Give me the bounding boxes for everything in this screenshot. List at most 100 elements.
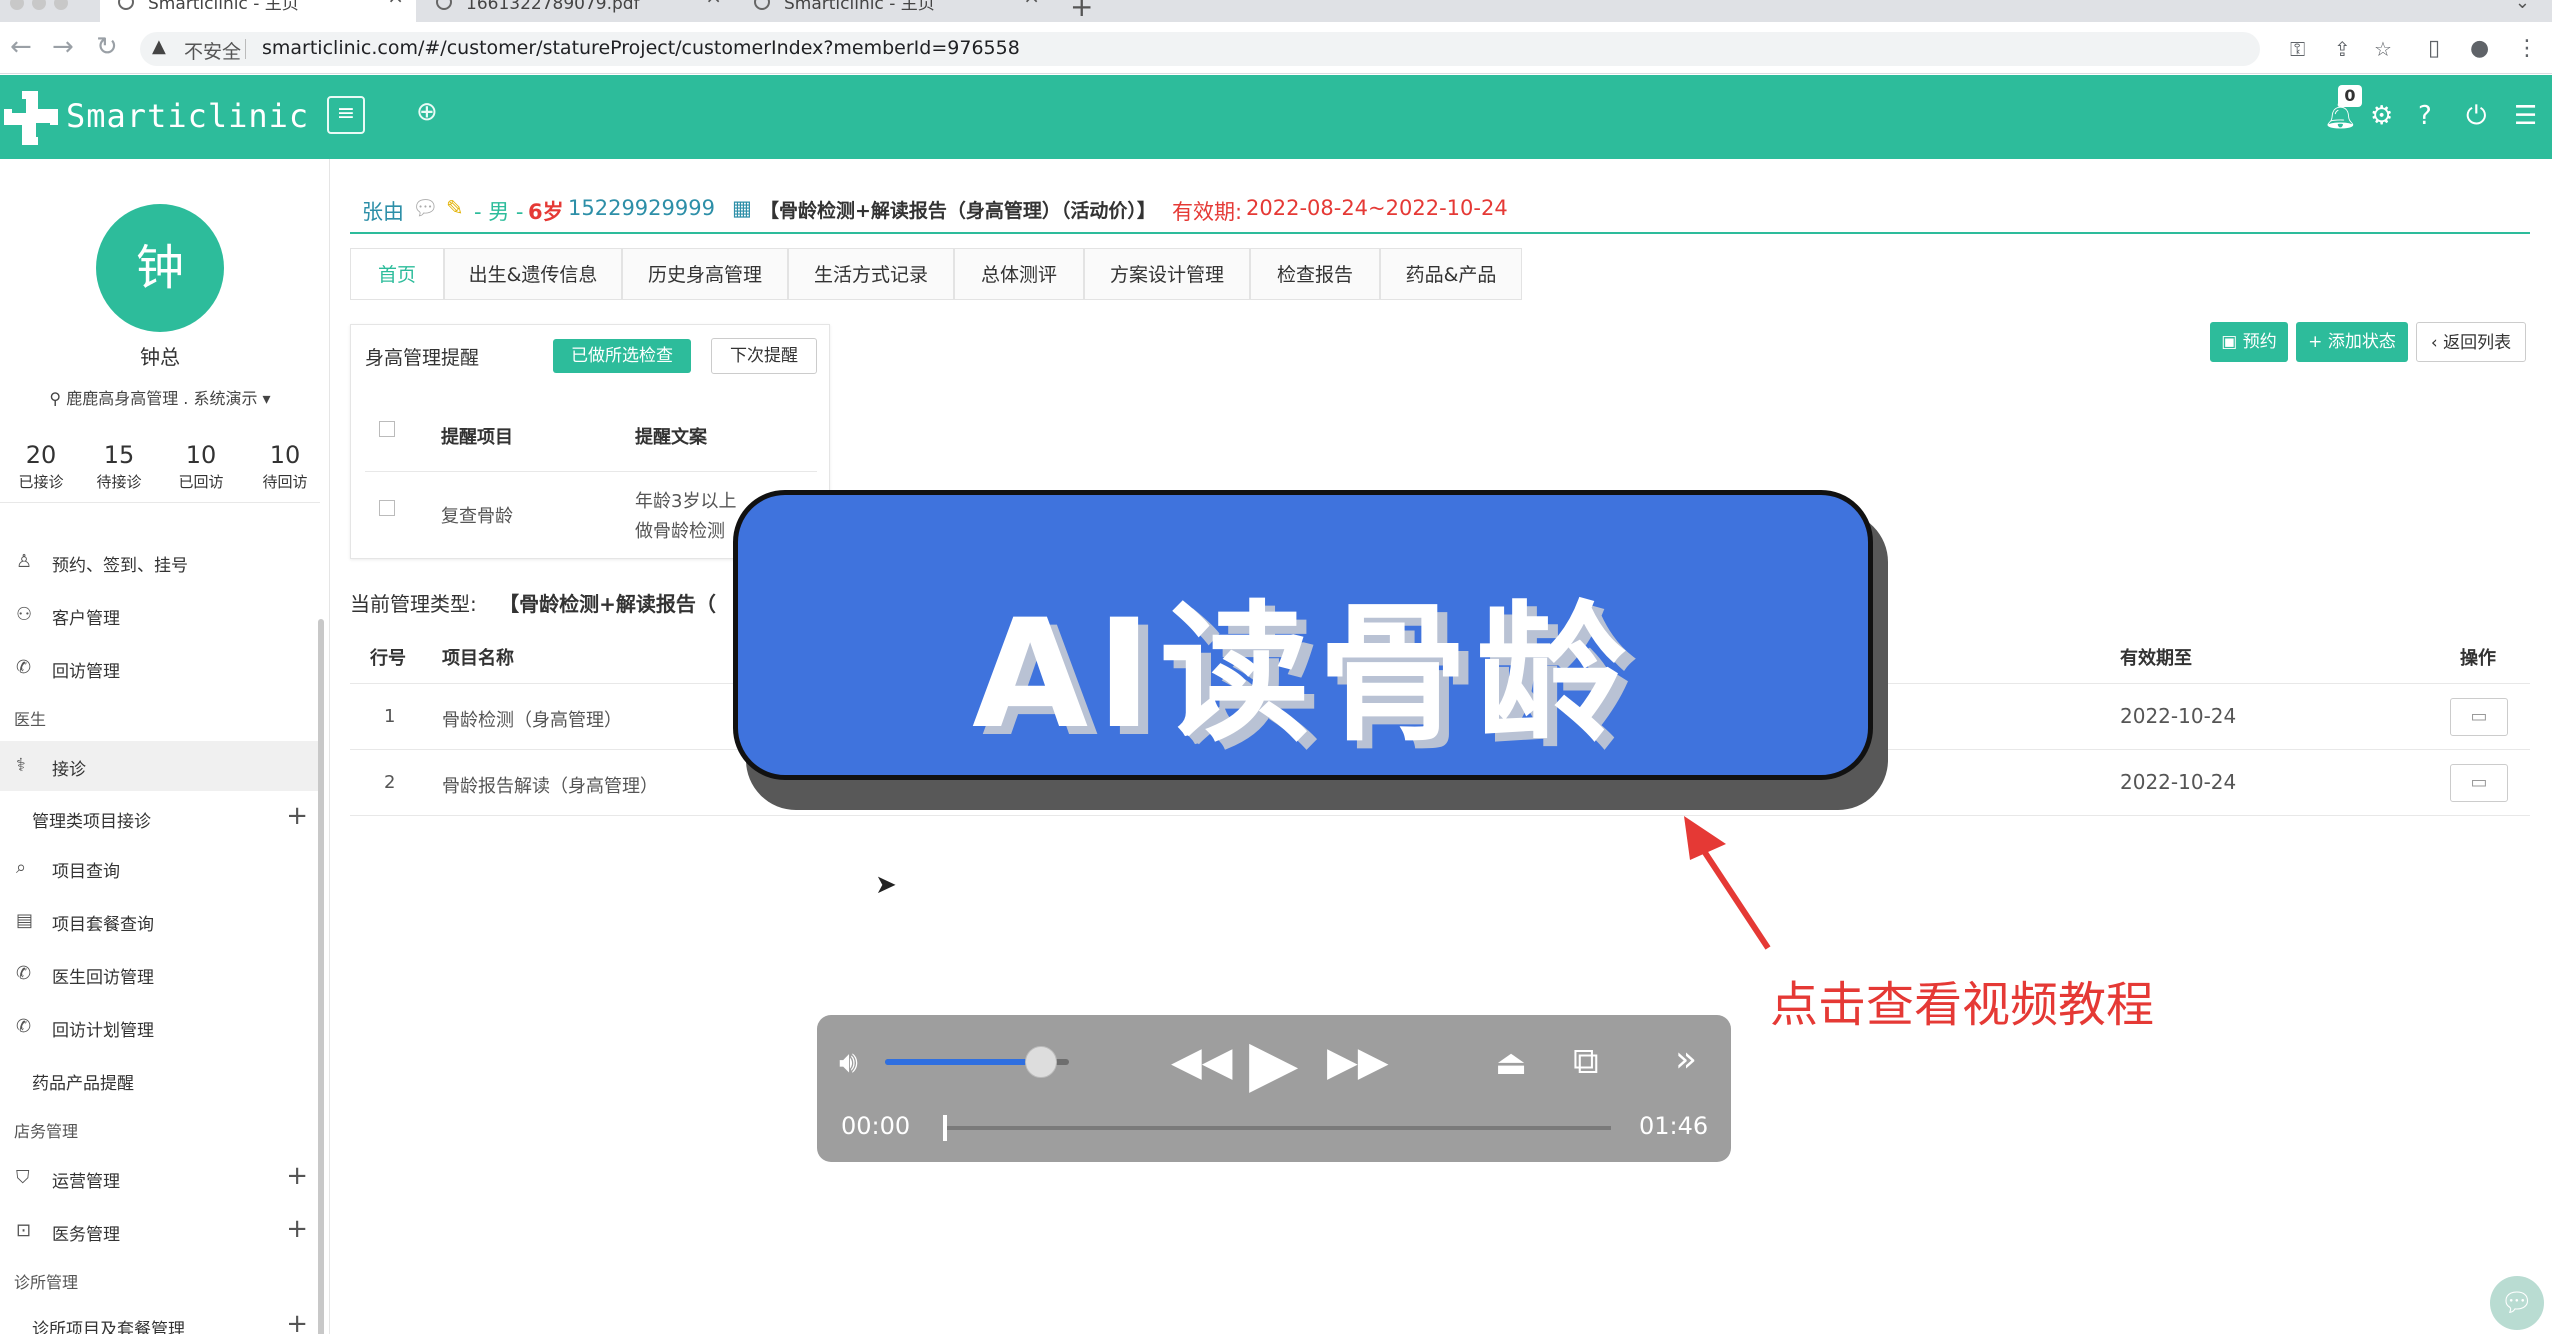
- patient-name[interactable]: 张由: [362, 196, 404, 226]
- tab-lifestyle[interactable]: 生活方式记录: [788, 248, 954, 300]
- sidebar-item-reception[interactable]: ⚕ 接诊: [0, 741, 320, 791]
- sidebar-item-follow-up[interactable]: ✆ 回访管理: [0, 643, 320, 693]
- tab-label: 总体测评: [980, 264, 1057, 286]
- tab-birth-genetics[interactable]: 出生&遗传信息: [444, 248, 622, 300]
- volume-slider[interactable]: [885, 1046, 1069, 1078]
- address-bar[interactable]: ▲ 不安全 smarticlinic.com/#/customer/statur…: [140, 32, 2392, 66]
- key-icon[interactable]: ⚿: [2290, 37, 2305, 61]
- progress-bar[interactable]: [943, 1126, 1611, 1130]
- tab-label: 检查报告: [1276, 264, 1353, 286]
- expand-plus-icon[interactable]: +: [286, 1214, 308, 1244]
- section-label: 诊所管理: [14, 1273, 79, 1292]
- sidebar-item-project-query[interactable]: ⌕ 项目查询: [0, 843, 320, 893]
- sidebar-item-doctor-follow-up[interactable]: ✆ 医生回访管理: [0, 949, 320, 999]
- browser-tab-2[interactable]: 1661322789079.pdf ×: [418, 0, 734, 22]
- progress-playhead[interactable]: [943, 1115, 947, 1141]
- chat-bubble-icon[interactable]: 💬︎: [2490, 1276, 2544, 1330]
- sidebar-item-clinic-packages[interactable]: 诊所项目及套餐管理 +: [0, 1301, 320, 1334]
- profile-icon[interactable]: ●: [2470, 36, 2489, 61]
- sidebar-item-operations[interactable]: ⛉ 运营管理 +: [0, 1153, 320, 1203]
- valid-until: 2022-10-24: [2120, 704, 2237, 728]
- tab-drugs-products[interactable]: 药品&产品: [1380, 248, 1522, 300]
- add-circle-icon[interactable]: ⊕: [416, 97, 438, 127]
- edit-pencil-icon[interactable]: ✎: [446, 196, 464, 220]
- mark-done-button[interactable]: 已做所选检查: [553, 339, 691, 373]
- expand-plus-icon[interactable]: +: [286, 1161, 308, 1191]
- new-tab-icon[interactable]: +: [1070, 0, 1093, 23]
- sidebar-item-package-query[interactable]: ▤ 项目套餐查询: [0, 896, 320, 946]
- security-label[interactable]: 不安全: [184, 37, 241, 64]
- expand-plus-icon[interactable]: +: [286, 1309, 308, 1334]
- reminder-item: 复查骨龄: [441, 506, 513, 527]
- url-text[interactable]: smarticlinic.com/#/customer/statureProje…: [262, 37, 1020, 59]
- duration: 01:46: [1639, 1112, 1709, 1140]
- store-selector[interactable]: ⚲ 鹿鹿高身高管理 . 系统演示 ▾: [0, 385, 320, 409]
- forward-icon[interactable]: →: [52, 32, 74, 62]
- stat-followed-up[interactable]: 10 已回访: [160, 441, 242, 492]
- sidebar-item-medical[interactable]: ⊡ 医务管理 +: [0, 1206, 320, 1256]
- side-panel-icon[interactable]: ▯: [2428, 36, 2440, 61]
- add-status-button[interactable]: + 添加状态: [2296, 322, 2408, 362]
- sidebar-item-customers[interactable]: ⚇ 客户管理: [0, 590, 320, 640]
- help-icon[interactable]: ?: [2418, 101, 2432, 131]
- project-name: 骨龄检测（身高管理）: [442, 710, 622, 731]
- tab-height-history[interactable]: 历史身高管理: [622, 248, 788, 300]
- tab-reports[interactable]: 检查报告: [1250, 248, 1380, 300]
- plus-icon: +: [2308, 332, 2328, 352]
- calendar-action-button[interactable]: ▭: [2450, 764, 2508, 802]
- warning-icon[interactable]: ▲: [152, 36, 166, 57]
- back-icon[interactable]: ←: [10, 32, 32, 62]
- airplay-icon[interactable]: ⏏: [1495, 1043, 1527, 1083]
- stat-to-follow-up[interactable]: 10 待回访: [244, 441, 326, 492]
- fast-forward-icon[interactable]: ▶▶: [1327, 1039, 1389, 1085]
- browser-menu-icon[interactable]: ⋮: [2516, 36, 2538, 61]
- sidebar-item-drug-reminder[interactable]: 药品产品提醒: [0, 1055, 320, 1105]
- rewind-icon[interactable]: ◀◀: [1171, 1039, 1233, 1085]
- calendar-action-button[interactable]: ▭: [2450, 698, 2508, 736]
- tab-title: Smarticlinic - 主页: [784, 0, 935, 14]
- minimize-window-dot[interactable]: [32, 0, 46, 10]
- bookmark-star-icon[interactable]: ☆: [2374, 37, 2392, 61]
- ai-bone-age-banner[interactable]: AI读骨龄: [733, 490, 1873, 780]
- tab-plan-design[interactable]: 方案设计管理: [1084, 248, 1250, 300]
- tab-assessment[interactable]: 总体测评: [954, 248, 1084, 300]
- sidebar-item-follow-up-plan[interactable]: ✆ 回访计划管理: [0, 1002, 320, 1052]
- maximize-window-dot[interactable]: [54, 0, 68, 10]
- browser-tab-3[interactable]: Smarticlinic - 主页 ×: [736, 0, 1052, 22]
- shield-icon: ⛉: [16, 1167, 30, 1188]
- reload-icon[interactable]: ↻: [96, 32, 118, 62]
- management-type: 当前管理类型: 【骨龄检测+解读报告（: [350, 588, 716, 617]
- qrcode-icon[interactable]: ▦: [732, 196, 752, 220]
- tab-search-chevron-icon[interactable]: ⌄: [2515, 0, 2530, 13]
- gear-icon[interactable]: ⚙: [2370, 101, 2393, 131]
- more-controls-icon[interactable]: »: [1675, 1039, 1697, 1080]
- sidebar-scrollbar[interactable]: [318, 619, 324, 1334]
- expand-plus-icon[interactable]: +: [286, 801, 308, 831]
- picture-in-picture-icon[interactable]: ⧉: [1573, 1041, 1599, 1083]
- stat-pending[interactable]: 15 待接诊: [78, 441, 160, 492]
- back-to-list-button[interactable]: ‹ 返回列表: [2416, 322, 2526, 362]
- menu-toggle-button[interactable]: ≡: [327, 96, 365, 134]
- select-all-checkbox[interactable]: [379, 421, 395, 437]
- play-icon[interactable]: ▶: [1249, 1027, 1298, 1101]
- sidebar-item-appointment[interactable]: ♙ 预约、签到、挂号: [0, 537, 320, 587]
- appointment-button[interactable]: ▣ 预约: [2210, 322, 2288, 362]
- project-name: 骨龄报告解读（身高管理）: [442, 776, 658, 797]
- store-name: 鹿鹿高身高管理 . 系统演示: [66, 389, 258, 408]
- sidebar-item-label: 诊所项目及套餐管理: [32, 1320, 185, 1334]
- power-icon[interactable]: ⏻: [2466, 101, 2487, 132]
- close-window-dot[interactable]: [10, 0, 24, 10]
- sidebar-item-managed-reception[interactable]: 管理类项目接诊 +: [0, 793, 320, 843]
- stat-received[interactable]: 20 已接诊: [0, 441, 82, 492]
- volume-icon[interactable]: 🔊︎: [839, 1045, 858, 1080]
- next-reminder-button[interactable]: 下次提醒: [711, 338, 817, 374]
- volume-knob[interactable]: [1025, 1046, 1058, 1078]
- list-toggle-icon[interactable]: ☰: [2514, 101, 2537, 131]
- browser-tab-1[interactable]: Smarticlinic - 主页 ×: [100, 0, 416, 22]
- visit-stats: 20 已接诊 15 待接诊 10 已回访 10 待回访: [0, 441, 329, 492]
- tab-home[interactable]: 首页: [350, 248, 444, 300]
- share-icon[interactable]: ⇪: [2334, 37, 2351, 61]
- wechat-icon[interactable]: 💬︎: [412, 196, 439, 221]
- row-checkbox[interactable]: [379, 500, 395, 516]
- avatar[interactable]: 钟: [96, 204, 224, 332]
